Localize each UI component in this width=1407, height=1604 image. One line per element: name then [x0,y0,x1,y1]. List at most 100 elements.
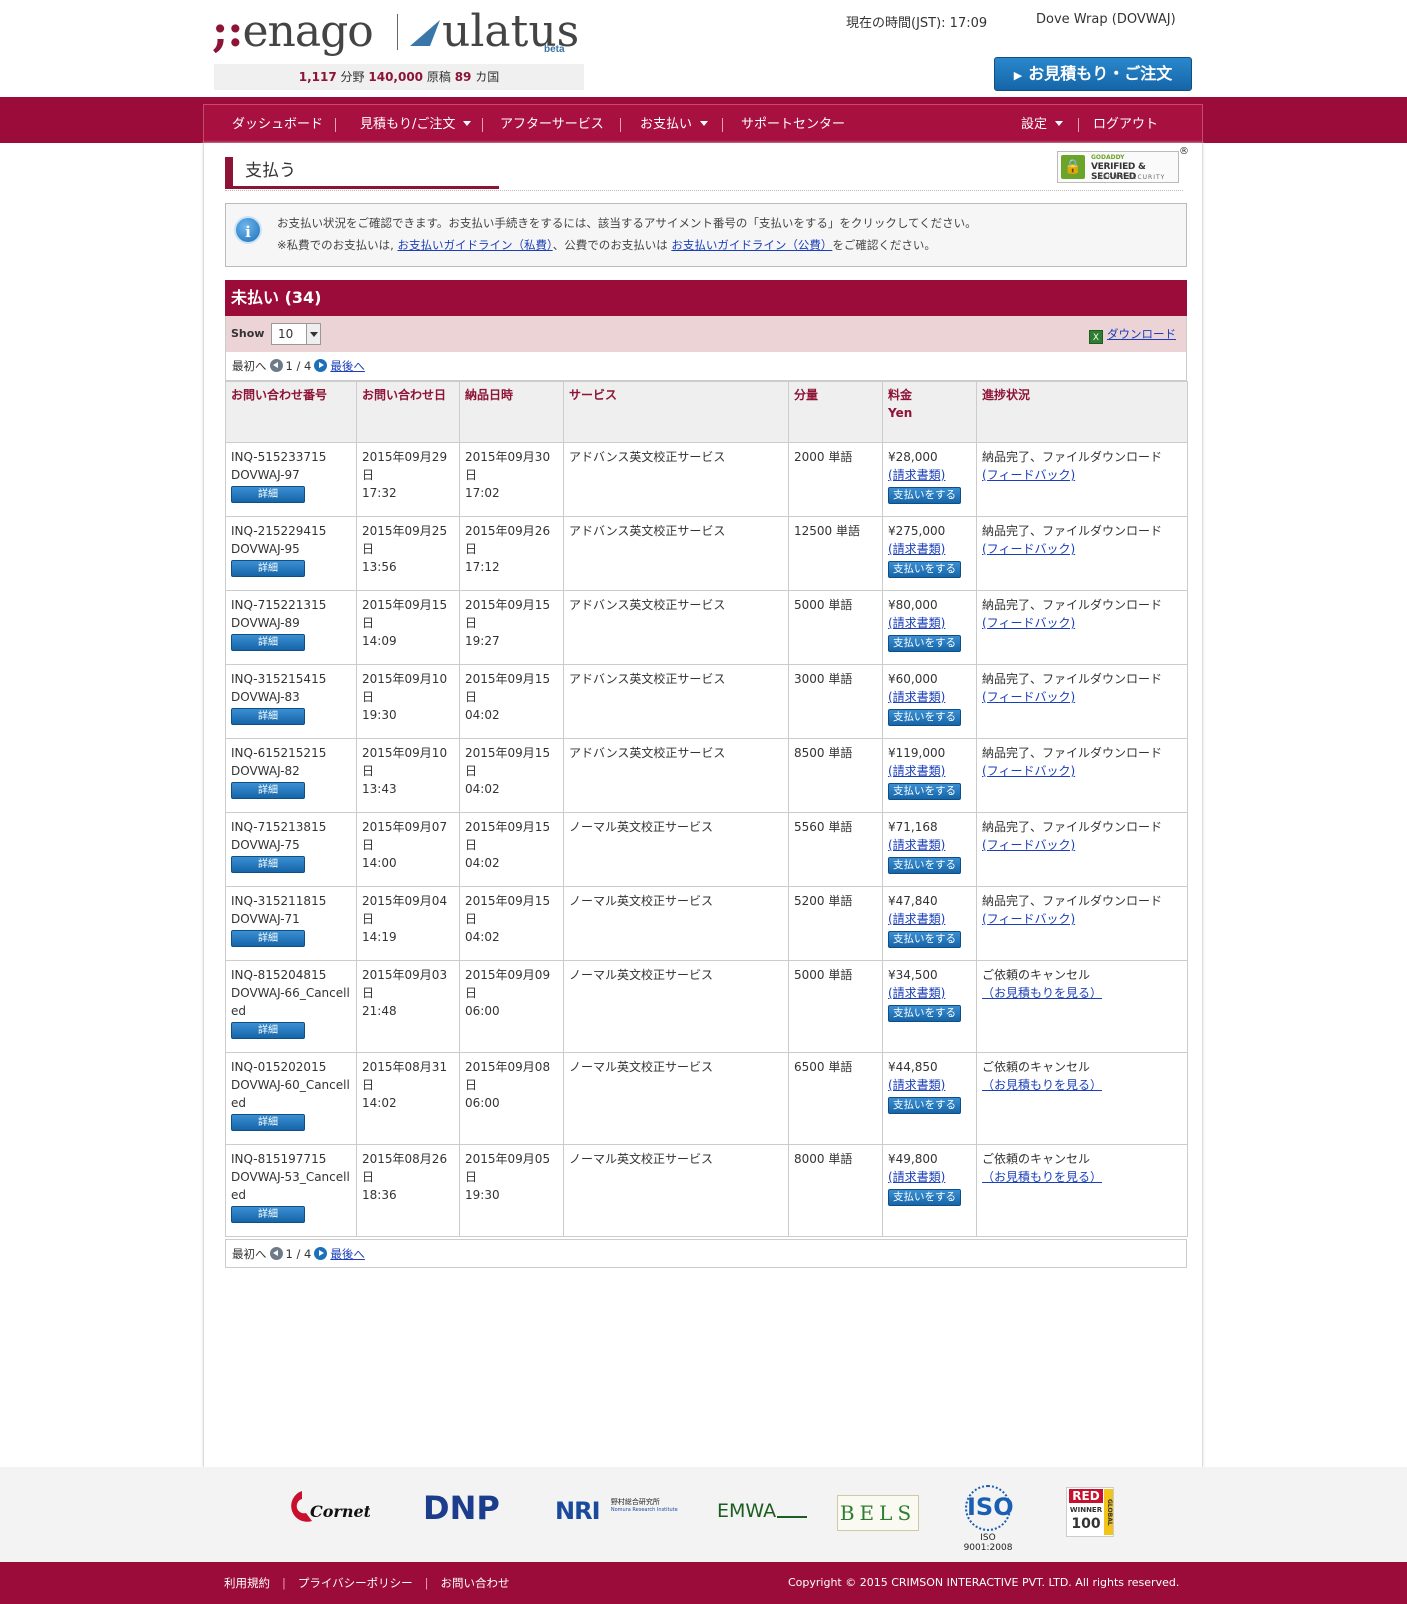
pay-button[interactable]: 支払いをする [888,1005,961,1022]
status-link[interactable]: (フィードバック) [982,616,1075,630]
invoice-link[interactable]: (請求書類) [888,468,945,482]
nav-dashboard[interactable]: ダッシュボード [232,105,323,144]
pay-button[interactable]: 支払いをする [888,487,961,504]
invoice-link[interactable]: (請求書類) [888,616,945,630]
nav-quote-order[interactable]: 見積もり/ご注文 [360,105,472,144]
nav-payment[interactable]: お支払い [640,105,709,144]
invoice-link[interactable]: (請求書類) [888,1078,945,1092]
cell-inquiry-date: 2015年09月07日 14:00 [356,812,460,887]
col-inquiry-number[interactable]: お問い合わせ番号 [225,381,357,443]
pay-button[interactable]: 支払いをする [888,783,961,800]
col-delivery-date[interactable]: 納品日時 [459,381,564,443]
privacy-link[interactable]: プライバシーポリシー [298,1576,413,1590]
cell-service: アドバンス英文校正サービス [563,738,789,813]
col-service[interactable]: サービス [563,381,789,443]
public-payment-guideline-link[interactable]: お支払いガイドライン（公費） [671,238,832,252]
status-link[interactable]: (フィードバック) [982,690,1075,704]
col-quantity[interactable]: 分量 [788,381,883,443]
nav-support-center[interactable]: サポートセンター [741,105,845,144]
detail-button[interactable]: 詳細 [231,634,305,651]
main-content: 支払う 🔒 GODADDY VERIFIED & SECURED VERIFY … [203,143,1203,1467]
status-link[interactable]: （お見積もりを見る） [982,1078,1102,1092]
fee-amount: ¥71,168 [888,820,938,834]
table-row: INQ-815197715 DOVWAJ-53_Cancelled 詳細 2015年0… [225,1144,1188,1237]
pager-last[interactable]: 最後へ [330,359,365,373]
invoice-link[interactable]: (請求書類) [888,838,945,852]
pager-status: 1 / 4 [285,359,312,373]
table-controls: Show 10 X ダウンロード [225,316,1187,352]
download-link-wrap[interactable]: X ダウンロード [1089,326,1176,344]
next-page-icon[interactable] [314,1247,328,1260]
contact-link[interactable]: お問い合わせ [441,1576,510,1590]
status-link[interactable]: (フィードバック) [982,468,1075,482]
pay-button[interactable]: 支払いをする [888,709,961,726]
nav-after-service[interactable]: アフターサービス [500,105,604,144]
order-button[interactable]: ▶ お見積もり・ご注文 [994,57,1192,91]
chevron-down-icon [306,324,320,344]
status-link[interactable]: (フィードバック) [982,764,1075,778]
detail-button[interactable]: 詳細 [231,930,305,947]
pay-button[interactable]: 支払いをする [888,931,961,948]
iso-caption: ISO 9001:2008 [963,1533,1013,1553]
status-link[interactable]: (フィードバック) [982,912,1075,926]
godaddy-security-badge[interactable]: 🔒 GODADDY VERIFIED & SECURED VERIFY SECU… [1057,146,1189,183]
download-link[interactable]: ダウンロード [1107,327,1176,341]
pager-first[interactable]: 最初へ [232,359,267,373]
main-nav: ダッシュボード 見積もり/ご注文 アフターサービス お支払い サポートセンター … [203,104,1203,143]
assignment-ref: DOVWAJ-71 [231,912,300,926]
detail-button[interactable]: 詳細 [231,782,305,799]
pager-last[interactable]: 最後へ [330,1247,365,1261]
next-page-icon[interactable] [314,359,328,372]
table-row: INQ-715213815 DOVWAJ-75 詳細 2015年09月07日 14:00… [225,812,1188,887]
status-link[interactable]: （お見積もりを見る） [982,986,1102,1000]
detail-button[interactable]: 詳細 [231,1114,305,1131]
cell-delivery-date: 2015年09月15日 04:02 [459,812,564,887]
cell-fee: ¥34,500 (請求書類) 支払いをする [882,960,977,1053]
invoice-link[interactable]: (請求書類) [888,912,945,926]
cell-service: ノーマル英文校正サービス [563,812,789,887]
col-status[interactable]: 進捗状況 [976,381,1188,443]
pay-button[interactable]: 支払いをする [888,1189,961,1206]
detail-button[interactable]: 詳細 [231,856,305,873]
col-fee[interactable]: 料金 Yen [882,381,977,443]
page-size-select[interactable]: 10 [271,323,321,345]
prev-page-icon[interactable] [269,1247,283,1260]
invoice-link[interactable]: (請求書類) [888,986,945,1000]
nav-logout[interactable]: ログアウト [1093,105,1158,144]
pay-button[interactable]: 支払いをする [888,561,961,578]
status-link[interactable]: (フィードバック) [982,838,1075,852]
invoice-link[interactable]: (請求書類) [888,542,945,556]
invoice-link[interactable]: (請求書類) [888,690,945,704]
pay-button[interactable]: 支払いをする [888,1097,961,1114]
detail-button[interactable]: 詳細 [231,708,305,725]
pay-button[interactable]: 支払いをする [888,635,961,652]
col-inquiry-date[interactable]: お問い合わせ日 [356,381,460,443]
enago-logo[interactable]: ;:enago [212,6,374,57]
status-text: 納品完了、ファイルダウンロード [982,524,1163,538]
inquiry-number: INQ-315215415 [231,672,327,686]
fee-amount: ¥49,800 [888,1152,938,1166]
user-name[interactable]: Dove Wrap (DOVWAJ) [1036,12,1176,27]
cell-fee: ¥60,000 (請求書類) 支払いをする [882,664,977,739]
svg-text:Cornetis: Cornetis [310,1502,370,1521]
status-link[interactable]: (フィードバック) [982,542,1075,556]
registered-icon: ® [1179,146,1189,157]
detail-button[interactable]: 詳細 [231,560,305,577]
invoice-link[interactable]: (請求書類) [888,764,945,778]
nav-settings[interactable]: 設定 [1021,105,1064,144]
cell-delivery-date: 2015年09月09日 06:00 [459,960,564,1053]
private-payment-guideline-link[interactable]: お支払いガイドライン（私費） [397,238,552,252]
detail-button[interactable]: 詳細 [231,1206,305,1223]
terms-link[interactable]: 利用規約 [224,1576,270,1590]
status-link[interactable]: （お見積もりを見る） [982,1170,1102,1184]
pay-button[interactable]: 支払いをする [888,857,961,874]
assignment-ref: DOVWAJ-66_Cancelled [231,986,350,1018]
fee-amount: ¥47,840 [888,894,938,908]
invoice-link[interactable]: (請求書類) [888,1170,945,1184]
cell-status: 納品完了、ファイルダウンロード (フィードバック) [976,590,1188,665]
prev-page-icon[interactable] [269,359,283,372]
pager-first[interactable]: 最初へ [232,1247,267,1261]
detail-button[interactable]: 詳細 [231,486,305,503]
cell-inquiry-date: 2015年09月04日 14:19 [356,886,460,961]
detail-button[interactable]: 詳細 [231,1022,305,1039]
